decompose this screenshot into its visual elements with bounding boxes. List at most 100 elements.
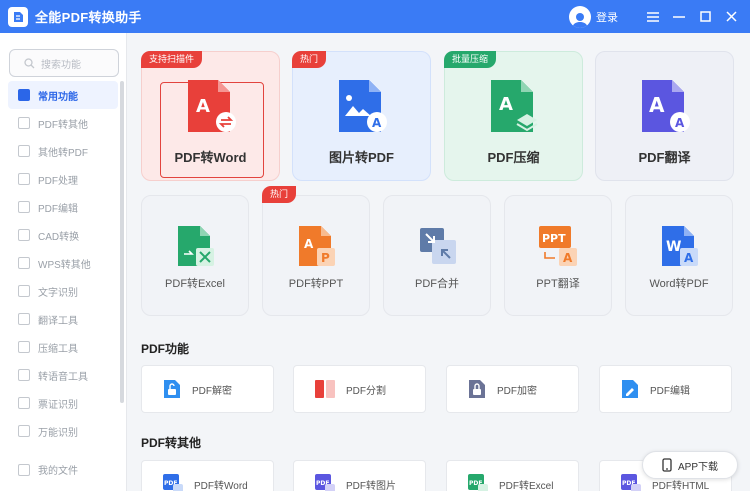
card-image-to-pdf[interactable]: 热门 A 图片转PDF (292, 51, 431, 181)
tool-label: PDF编辑 (650, 385, 690, 397)
sidebar-item-ocr[interactable]: 文字识别 (8, 277, 118, 305)
card-label: PDF压缩 (487, 150, 540, 165)
sidebar-item-pdf-to-other[interactable]: PDF转其他 (8, 109, 118, 137)
sidebar-item-cad[interactable]: CAD转换 (8, 221, 118, 249)
sidebar-menu: 常用功能 PDF转其他 其他转PDF PDF处理 PDF编辑 CAD转换 WPS… (8, 81, 118, 445)
edit-icon (18, 201, 30, 213)
sidebar-item-wps[interactable]: WPS转其他 (8, 249, 118, 277)
title-bar: 全能PDF转换助手 登录 (0, 0, 750, 33)
card-label: 图片转PDF (328, 150, 394, 165)
pdf-to-word-icon: PDF (163, 474, 183, 491)
card-label: PDF转Word (174, 150, 247, 165)
pdf-to-excel-icon (174, 224, 218, 273)
scan-icon (18, 425, 30, 437)
card-label: PPT翻译 (536, 278, 580, 290)
svg-text:A: A (675, 116, 685, 130)
tool-pdf-decrypt[interactable]: PDF解密 (141, 365, 274, 413)
phone-icon (662, 458, 672, 472)
tool-label: PDF转Word (194, 480, 248, 491)
card-label: Word转PDF (649, 278, 709, 290)
lock-icon (469, 380, 485, 398)
maximize-icon[interactable] (696, 8, 714, 26)
tool-pdf-to-word[interactable]: PDF PDF转Word (141, 460, 274, 491)
my-files-link[interactable]: 我的文件 (18, 462, 78, 477)
svg-text:A: A (684, 251, 694, 265)
sidebar-item-other-to-pdf[interactable]: 其他转PDF (8, 137, 118, 165)
card-pdf-translate[interactable]: AA PDF翻译 (595, 51, 734, 181)
pdf-compress-icon: A (485, 78, 541, 139)
minimize-icon[interactable] (670, 8, 688, 26)
pdf-translate-icon: AA (636, 78, 692, 139)
tool-label: PDF加密 (497, 385, 537, 397)
sidebar-item-universal-ocr[interactable]: 万能识别 (8, 417, 118, 445)
tool-label: PDF分割 (346, 385, 386, 397)
svg-text:A: A (499, 94, 513, 115)
close-icon[interactable] (722, 8, 740, 26)
sidebar-item-receipt[interactable]: 票证识别 (8, 389, 118, 417)
tool-label: PDF转图片 (346, 480, 396, 491)
card-pdf-to-excel[interactable]: PDF转Excel (141, 195, 249, 316)
sidebar-item-tts[interactable]: 转语音工具 (8, 361, 118, 389)
card-pdf-merge[interactable]: PDF合并 (383, 195, 491, 316)
translate-icon (18, 313, 30, 325)
wps-icon (18, 257, 30, 269)
pdf-to-ppt-icon: AP (295, 224, 339, 273)
folder-icon (18, 463, 30, 476)
pdf-to-word-icon: A (182, 78, 238, 139)
svg-text:W: W (666, 239, 681, 255)
receipt-icon (18, 397, 30, 409)
word-to-pdf-icon: WA (658, 224, 702, 273)
pdf-to-html-icon: PDF (621, 474, 641, 491)
app-download-label: APP下载 (677, 461, 718, 473)
sidebar-item-compress[interactable]: 压缩工具 (8, 333, 118, 361)
tool-pdf-split[interactable]: PDF分割 (293, 365, 426, 413)
search-placeholder: 搜索功能 (41, 59, 81, 71)
card-ppt-translate[interactable]: PPT A PPT翻译 (504, 195, 612, 316)
tool-pdf-encrypt[interactable]: PDF加密 (446, 365, 579, 413)
sidebar-scrollbar[interactable] (120, 81, 124, 403)
search-input[interactable]: 搜索功能 (9, 49, 119, 77)
card-pdf-compress[interactable]: 批量压缩 A PDF压缩 (444, 51, 583, 181)
ppt-translate-icon: PPT A (537, 224, 581, 273)
file-icon (18, 117, 30, 129)
cad-icon (18, 229, 30, 241)
tag-badge: 批量压缩 (444, 51, 497, 68)
svg-text:PPT: PPT (542, 232, 566, 245)
search-icon (24, 57, 35, 68)
compress-icon (18, 341, 30, 353)
image-to-pdf-icon: A (333, 78, 389, 139)
split-icon (315, 380, 335, 398)
edit-icon (622, 380, 638, 398)
svg-text:P: P (321, 251, 330, 265)
login-link[interactable]: 登录 (596, 9, 618, 25)
tag-badge: 热门 (262, 186, 297, 203)
app-logo-icon (8, 6, 28, 27)
tool-pdf-to-excel[interactable]: PDF PDF转Excel (446, 460, 579, 491)
tool-pdf-to-image[interactable]: PDF PDF转图片 (293, 460, 426, 491)
card-label: PDF翻译 (638, 150, 691, 165)
card-label: PDF合并 (415, 278, 459, 290)
sidebar-item-common[interactable]: 常用功能 (8, 81, 118, 109)
speaker-icon (18, 369, 30, 381)
tag-badge: 支持扫描件 (141, 51, 203, 68)
star-icon (18, 89, 30, 101)
sidebar-item-pdf-process[interactable]: PDF处理 (8, 165, 118, 193)
tool-label: PDF转Excel (499, 480, 554, 491)
card-pdf-to-ppt[interactable]: 热门 AP PDF转PPT (262, 186, 370, 316)
avatar[interactable] (569, 5, 591, 28)
tools-icon (18, 173, 30, 185)
card-label: PDF转PPT (288, 278, 344, 290)
card-word-to-pdf[interactable]: WA Word转PDF (625, 195, 733, 316)
text-icon (18, 285, 30, 297)
main-content: 支持扫描件 A PDF转Word 热门 A 图片转PDF 批量压缩 A PDF压… (128, 33, 750, 491)
app-download-button[interactable]: APP下载 (642, 451, 738, 479)
svg-text:A: A (649, 93, 665, 117)
sidebar-item-translate[interactable]: 翻译工具 (8, 305, 118, 333)
tool-label: PDF解密 (192, 385, 232, 397)
tag-badge: 热门 (292, 51, 327, 68)
card-pdf-to-word[interactable]: 支持扫描件 A PDF转Word (141, 51, 280, 181)
section-title-pdf-to-other: PDF转其他 (141, 436, 202, 450)
tool-pdf-edit[interactable]: PDF编辑 (599, 365, 732, 413)
sidebar-item-pdf-edit[interactable]: PDF编辑 (8, 193, 118, 221)
menu-icon[interactable] (644, 8, 662, 26)
